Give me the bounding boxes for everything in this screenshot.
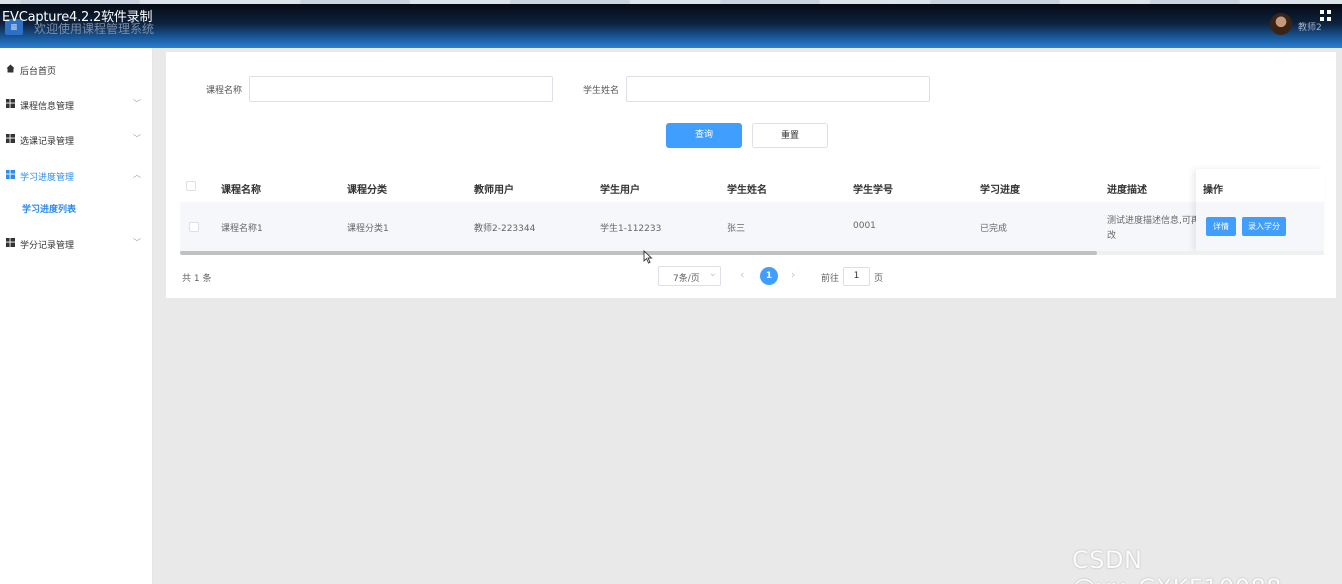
detail-button[interactable]: 详情 xyxy=(1206,217,1236,236)
block-menu-icon xyxy=(6,238,15,247)
csdn-watermark: CSDN @vx_CXKF10088 xyxy=(1072,546,1282,584)
sidebar-item-label: 学分记录管理 xyxy=(20,241,75,251)
grid-icon[interactable] xyxy=(1320,10,1332,22)
main-content: 课程名称 学生姓名 查询 重置 课程名称 课程分类 教师用户 学生用户 学生姓名… xyxy=(166,52,1336,298)
sidebar-item-progress[interactable]: 学习进度管理 ︿ xyxy=(0,160,153,190)
column-header: 进度描述 xyxy=(1107,185,1147,196)
prev-page-icon[interactable]: ‹ xyxy=(740,268,744,281)
row-checkbox[interactable] xyxy=(189,222,199,232)
sidebar-item-enrollment[interactable]: 选课记录管理 ﹀ xyxy=(0,124,153,154)
column-header: 课程分类 xyxy=(347,185,387,196)
chevron-down-icon: ⌄ xyxy=(709,269,717,279)
chevron-up-icon: ︿ xyxy=(133,170,141,179)
operations-column: 操作 详情 录入学分 xyxy=(1196,169,1324,251)
sidebar-item-credits[interactable]: 学分记录管理 ﹀ xyxy=(0,228,153,258)
recorder-watermark: EVCapture4.2.2软件录制 xyxy=(2,10,153,25)
column-header: 学生用户 xyxy=(600,185,640,196)
page-number-current[interactable]: 1 xyxy=(760,267,778,285)
column-header: 学习进度 xyxy=(980,185,1020,196)
sidebar-item-label: 后台首页 xyxy=(20,67,57,77)
user-name[interactable]: 教师2 xyxy=(1298,20,1322,33)
cell-student-name: 张三 xyxy=(727,224,746,234)
cell-progress: 已完成 xyxy=(980,224,1008,234)
chevron-down-icon: ﹀ xyxy=(133,99,141,108)
course-name-input[interactable] xyxy=(249,76,553,102)
avatar[interactable] xyxy=(1270,13,1292,35)
reset-button[interactable]: 重置 xyxy=(752,123,828,148)
block-menu-icon xyxy=(6,134,15,143)
chevron-down-icon: ﹀ xyxy=(133,134,141,143)
goto-suffix: 页 xyxy=(874,274,884,284)
mouse-cursor-icon xyxy=(643,250,653,264)
sidebar-item-home[interactable]: 后台首页 xyxy=(0,54,153,84)
next-page-icon[interactable]: › xyxy=(791,268,795,281)
cell-course-name: 课程名称1 xyxy=(221,224,263,234)
course-name-label: 课程名称 xyxy=(206,86,243,96)
total-count: 共 1 条 xyxy=(182,274,212,284)
cell-progress-desc-wrap: 改 xyxy=(1107,231,1117,241)
sidebar-item-label: 学习进度管理 xyxy=(20,173,75,183)
sidebar-item-course-info[interactable]: 课程信息管理 ﹀ xyxy=(0,89,153,119)
column-header: 学生学号 xyxy=(853,185,893,196)
top-header xyxy=(0,4,1342,48)
student-name-input[interactable] xyxy=(626,76,930,102)
block-menu-icon xyxy=(6,99,15,108)
enter-credit-button[interactable]: 录入学分 xyxy=(1242,217,1286,236)
page-size-select[interactable]: 7条/页 ⌄ xyxy=(658,266,721,286)
select-all-checkbox[interactable] xyxy=(186,181,196,191)
query-button[interactable]: 查询 xyxy=(666,123,742,148)
column-header: 课程名称 xyxy=(221,185,261,196)
sidebar-item-label: 课程信息管理 xyxy=(20,102,75,112)
horizontal-scrollbar[interactable] xyxy=(180,251,1097,255)
block-menu-icon xyxy=(6,170,15,179)
table-row[interactable]: 课程名称1 课程分类1 教师2-223344 学生1-112233 张三 000… xyxy=(180,202,1324,251)
table-header: 课程名称 课程分类 教师用户 学生用户 学生姓名 学生学号 学习进度 进度描述 xyxy=(180,169,1324,202)
sidebar-subitem-progress-list[interactable]: 学习进度列表 xyxy=(22,202,76,215)
sidebar-item-label: 选课记录管理 xyxy=(20,137,75,147)
home-icon xyxy=(6,64,15,73)
cell-student-no: 0001 xyxy=(853,221,876,231)
column-header: 操作 xyxy=(1203,185,1223,196)
column-header: 教师用户 xyxy=(474,185,514,196)
cell-student-user: 学生1-112233 xyxy=(600,224,662,234)
goto-label: 前往 xyxy=(821,274,840,284)
cell-progress-desc: 测试进度描述信息,可再 xyxy=(1107,216,1200,226)
chevron-down-icon: ﹀ xyxy=(133,238,141,247)
student-name-label: 学生姓名 xyxy=(583,86,620,96)
column-header: 学生姓名 xyxy=(727,185,767,196)
sidebar: 后台首页 课程信息管理 ﹀ 选课记录管理 ﹀ 学习进度管理 ︿ 学习进度列表 学… xyxy=(0,48,153,584)
cell-teacher-user: 教师2-223344 xyxy=(474,224,536,234)
goto-page-input[interactable]: 1 xyxy=(843,267,870,286)
operations-cell: 详情 录入学分 xyxy=(1196,202,1324,251)
page-size-value: 7条/页 xyxy=(673,274,700,284)
cell-course-category: 课程分类1 xyxy=(347,224,389,234)
